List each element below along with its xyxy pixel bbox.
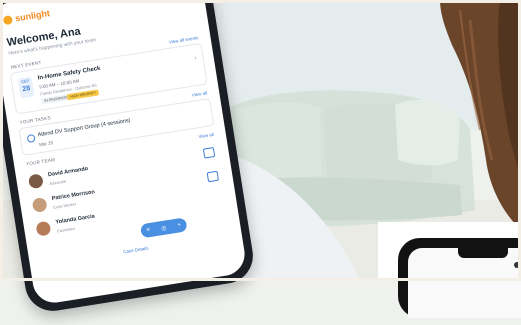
member-name: Patrice Morrison bbox=[51, 189, 96, 202]
second-phone-notch bbox=[458, 248, 508, 258]
event-date-badge: SEP 28 bbox=[17, 76, 35, 99]
view-all-team-link[interactable]: View all bbox=[198, 132, 214, 139]
member-name: David Armando bbox=[47, 165, 89, 179]
task-title: Attend DV Support Group (4 sessions) bbox=[37, 117, 131, 139]
phone-mockup: sunlight Welcome, Ana Here's what's happ… bbox=[0, 0, 268, 325]
member-avatar bbox=[31, 196, 48, 213]
task-date: Mar 25 bbox=[38, 140, 54, 148]
chat-icon[interactable]: ◎ bbox=[161, 224, 167, 232]
add-icon[interactable]: + bbox=[177, 222, 181, 228]
member-avatar bbox=[27, 173, 44, 190]
app-logo: sunlight bbox=[2, 8, 51, 25]
menu-icon[interactable]: ≡ bbox=[146, 227, 150, 233]
member-role: Advocate bbox=[49, 178, 67, 187]
team-section-label: YOUR TEAM bbox=[25, 157, 56, 167]
app-screen: sunlight Welcome, Ana Here's what's happ… bbox=[0, 0, 248, 306]
second-phone bbox=[398, 238, 521, 318]
member-role: Case Worker bbox=[52, 201, 77, 210]
view-all-tasks-link[interactable]: View all bbox=[192, 90, 208, 97]
message-icon[interactable] bbox=[206, 170, 220, 183]
phone-frame: sunlight Welcome, Ana Here's what's happ… bbox=[0, 0, 257, 315]
member-avatar bbox=[35, 220, 52, 237]
member-role: Counselor bbox=[56, 225, 76, 234]
message-icon[interactable] bbox=[202, 147, 216, 159]
logo-text: sunlight bbox=[14, 8, 51, 24]
sun-logo-icon bbox=[2, 14, 13, 25]
camera-icon bbox=[514, 262, 520, 268]
event-day: 28 bbox=[21, 85, 31, 94]
task-checkbox[interactable] bbox=[26, 133, 36, 144]
chevron-right-icon[interactable]: › bbox=[194, 55, 197, 62]
member-name: Yolanda Garcia bbox=[55, 213, 96, 226]
event-month: SEP bbox=[20, 78, 30, 85]
second-phone-screen bbox=[408, 248, 521, 318]
